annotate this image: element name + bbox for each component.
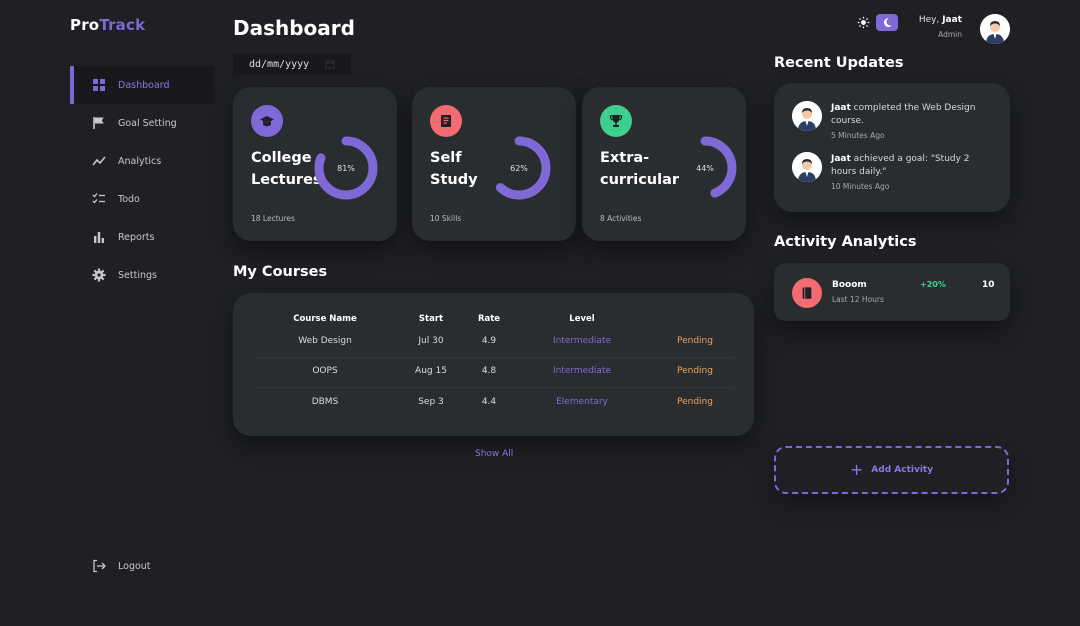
show-all-link[interactable]: Show All bbox=[475, 449, 513, 459]
checklist-icon bbox=[92, 192, 106, 206]
activity-time: Last 12 Hours bbox=[832, 295, 884, 304]
logout-label: Logout bbox=[118, 560, 151, 572]
column-header: Start bbox=[418, 314, 444, 324]
plus-icon: + bbox=[849, 460, 864, 479]
date-placeholder: dd/mm/yyyy bbox=[249, 58, 310, 70]
course-start: Aug 15 bbox=[415, 366, 447, 376]
flag-icon bbox=[92, 116, 106, 130]
grid-icon bbox=[92, 78, 106, 92]
bar-chart-icon bbox=[92, 230, 106, 244]
course-status: Pending bbox=[677, 366, 713, 376]
add-activity-label: Add Activity bbox=[871, 465, 934, 475]
avatar bbox=[792, 101, 822, 131]
moon-icon[interactable] bbox=[876, 14, 898, 31]
table-row[interactable]: OOPS Aug 15 4.8 Intermediate Pending bbox=[255, 358, 735, 388]
card-subtitle: 10 Skills bbox=[430, 214, 462, 223]
card-self-study[interactable]: Self Study 62% 10 Skills bbox=[412, 87, 576, 241]
course-status: Pending bbox=[677, 397, 713, 407]
logout-icon bbox=[92, 559, 106, 573]
line-chart-icon bbox=[92, 154, 106, 168]
user-role: Admin bbox=[938, 30, 962, 39]
sidebar-item-label: Analytics bbox=[118, 155, 162, 167]
recent-updates-panel: Jaat completed the Web Design course. 5 … bbox=[774, 83, 1010, 212]
calendar-icon[interactable] bbox=[325, 59, 335, 69]
update-text: Jaat achieved a goal: "Study 2 hours dai… bbox=[831, 154, 970, 177]
column-header: Rate bbox=[477, 314, 501, 324]
course-level: Elementary bbox=[556, 397, 608, 407]
my-courses-title: My Courses bbox=[233, 264, 328, 280]
progress-percent: 62% bbox=[510, 163, 528, 173]
course-status: Pending bbox=[677, 336, 713, 346]
greeting: Hey, Jaat bbox=[918, 15, 962, 25]
progress-ring: 62% bbox=[486, 135, 552, 201]
trophy-icon bbox=[600, 105, 632, 137]
course-rate: 4.4 bbox=[481, 397, 497, 407]
activity-change: +20% bbox=[920, 280, 946, 289]
app-logo[interactable]: ProTrack bbox=[70, 16, 145, 34]
sidebar-item-label: Reports bbox=[118, 231, 155, 243]
add-activity-button[interactable]: + Add Activity bbox=[774, 446, 1009, 494]
table-row[interactable]: DBMS Sep 3 4.4 Elementary Pending bbox=[255, 388, 735, 418]
sun-icon[interactable] bbox=[855, 15, 871, 31]
page-title: Dashboard bbox=[233, 16, 355, 40]
course-level: Intermediate bbox=[552, 336, 612, 346]
course-start: Jul 30 bbox=[418, 336, 444, 346]
card-title: Extra-curricular bbox=[600, 150, 680, 188]
avatar[interactable] bbox=[980, 14, 1010, 44]
sidebar-item-goal-setting[interactable]: Goal Setting bbox=[70, 104, 214, 142]
sidebar-item-todo[interactable]: Todo bbox=[70, 180, 214, 218]
course-name: Web Design bbox=[298, 336, 352, 346]
activity-analytics-title: Activity Analytics bbox=[774, 234, 917, 250]
activity-value: 10 bbox=[982, 280, 995, 290]
table-row[interactable]: Web Design Jul 30 4.9 Intermediate Pendi… bbox=[255, 328, 735, 358]
card-college-lectures[interactable]: College Lectures 81% 18 Lectures bbox=[233, 87, 397, 241]
progress-ring: 81% bbox=[313, 135, 379, 201]
date-input[interactable]: dd/mm/yyyy bbox=[233, 53, 351, 75]
progress-percent: 44% bbox=[696, 163, 714, 173]
recent-updates-title: Recent Updates bbox=[774, 55, 904, 71]
sidebar-item-label: Todo bbox=[118, 193, 140, 205]
course-start: Sep 3 bbox=[418, 397, 444, 407]
card-extra-curricular[interactable]: Extra-curricular 44% 8 Activities bbox=[582, 87, 746, 241]
card-subtitle: 8 Activities bbox=[600, 214, 642, 223]
sidebar: ProTrack Dashboard Goal Setting Analytic… bbox=[0, 0, 214, 626]
graduation-cap-icon bbox=[251, 105, 283, 137]
user-name: Jaat bbox=[942, 15, 962, 25]
theme-toggle[interactable] bbox=[855, 14, 899, 31]
course-rate: 4.9 bbox=[481, 336, 497, 346]
course-level: Intermediate bbox=[552, 366, 612, 376]
sidebar-nav: Dashboard Goal Setting Analytics Todo Re… bbox=[70, 66, 214, 294]
courses-table: Course Name Start Rate Level Web Design … bbox=[233, 293, 754, 436]
avatar bbox=[792, 152, 822, 182]
progress-ring: 44% bbox=[672, 135, 738, 201]
gear-icon bbox=[92, 268, 106, 282]
course-name: DBMS bbox=[311, 397, 339, 407]
progress-percent: 81% bbox=[337, 163, 355, 173]
update-time: 10 Minutes Ago bbox=[831, 182, 890, 191]
sidebar-item-reports[interactable]: Reports bbox=[70, 218, 214, 256]
course-rate: 4.8 bbox=[481, 366, 497, 376]
sidebar-item-settings[interactable]: Settings bbox=[70, 256, 214, 294]
notebook-icon bbox=[792, 278, 822, 308]
sidebar-item-dashboard[interactable]: Dashboard bbox=[70, 66, 214, 104]
sidebar-item-label: Settings bbox=[118, 269, 157, 281]
sidebar-item-label: Dashboard bbox=[118, 79, 170, 91]
update-time: 5 Minutes Ago bbox=[831, 131, 885, 140]
card-subtitle: 18 Lectures bbox=[251, 214, 295, 223]
book-icon bbox=[430, 105, 462, 137]
course-name: OOPS bbox=[312, 366, 338, 376]
sidebar-item-analytics[interactable]: Analytics bbox=[70, 142, 214, 180]
column-header: Level bbox=[569, 314, 595, 324]
column-header: Course Name bbox=[293, 314, 357, 324]
activity-name: Booom bbox=[832, 280, 867, 290]
logout-button[interactable]: Logout bbox=[70, 556, 214, 576]
sidebar-item-label: Goal Setting bbox=[118, 117, 177, 129]
activity-item[interactable]: Booom Last 12 Hours +20% 10 bbox=[774, 263, 1010, 321]
update-text: Jaat completed the Web Design course. bbox=[831, 103, 976, 126]
